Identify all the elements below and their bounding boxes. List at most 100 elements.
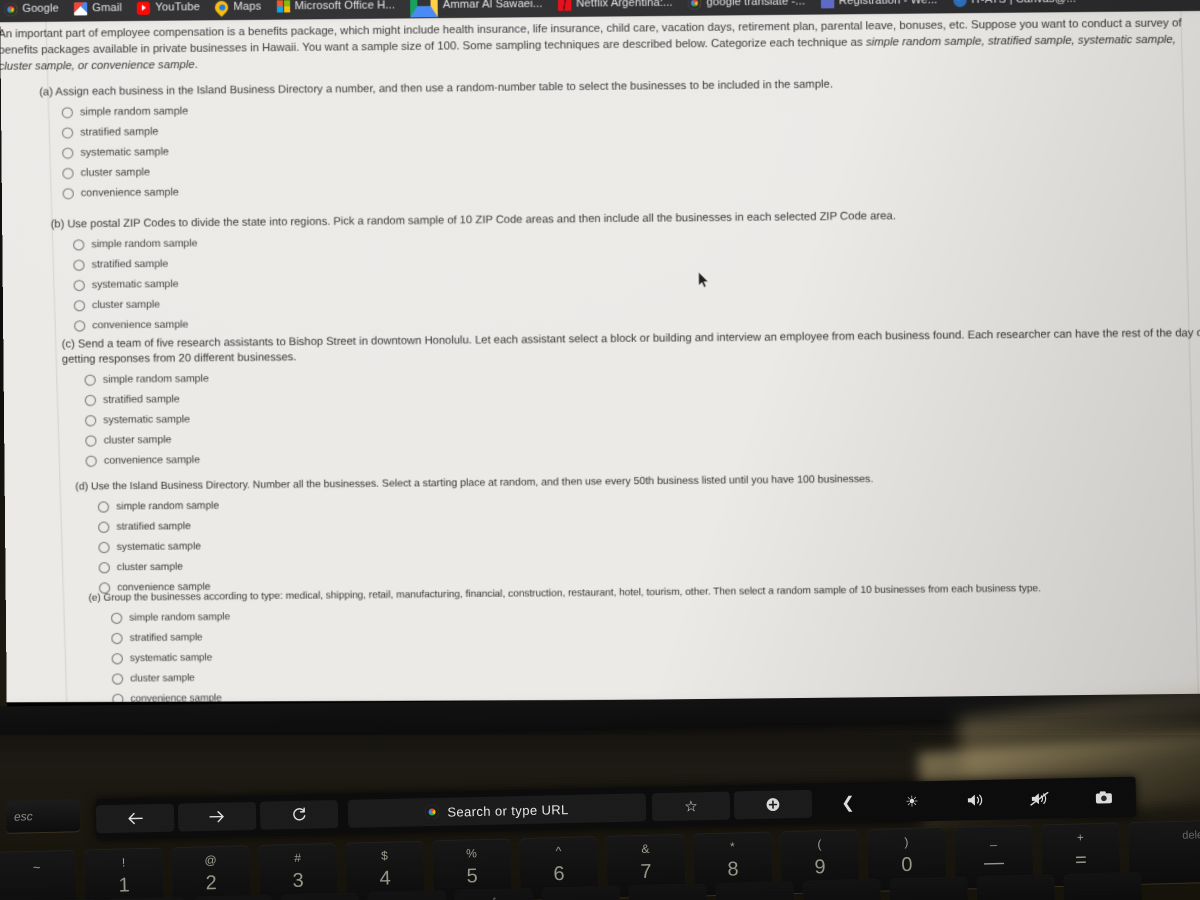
- key-bottom-label: 4: [379, 867, 391, 890]
- radio-button[interactable]: [85, 435, 96, 446]
- bookmark-label: Registration - We...: [839, 0, 938, 7]
- bookmark-netflix[interactable]: Netflix Argentina:...: [558, 0, 673, 10]
- microsoft-icon: [276, 0, 289, 13]
- touchbar-volume-up-button[interactable]: [944, 785, 1009, 814]
- speaker-on-icon: [966, 792, 986, 808]
- bookmark-ammar-al-sawaei[interactable]: Ammar Al Sawaei...: [410, 0, 543, 17]
- radio-button[interactable]: [85, 374, 96, 385]
- registration-icon: [820, 0, 833, 8]
- bookmark-youtube[interactable]: YouTube: [137, 1, 200, 15]
- key-bottom-label: delete: [1182, 829, 1200, 842]
- radio-button[interactable]: [62, 147, 73, 158]
- key-top-label: ^: [555, 844, 561, 858]
- key-bottom-label: 2: [205, 872, 217, 895]
- bookmark-gmail[interactable]: Gmail: [74, 1, 122, 15]
- canvas-icon: [953, 0, 966, 7]
- radio-button[interactable]: [112, 653, 123, 664]
- radio-button[interactable]: [74, 320, 85, 331]
- option-label: convenience sample: [81, 186, 179, 199]
- key-backslash[interactable]: [1063, 872, 1142, 900]
- radio-button[interactable]: [85, 394, 96, 405]
- radio-button[interactable]: [111, 632, 122, 643]
- radio-button[interactable]: [98, 521, 109, 532]
- question-b: (b) Use postal ZIP Codes to divide the s…: [51, 206, 1200, 336]
- radio-button[interactable]: [112, 673, 123, 684]
- key-tilde[interactable]: ~: [0, 850, 77, 900]
- key-p[interactable]: [802, 879, 881, 900]
- key-label: f: [492, 895, 496, 900]
- key-bottom-label: 8: [727, 858, 739, 881]
- key-o[interactable]: [715, 881, 794, 900]
- bookmark-canvas[interactable]: IT-ATS | Canvas@...: [953, 0, 1076, 7]
- key-r[interactable]: [281, 892, 360, 900]
- touchbar-forward-button[interactable]: [178, 802, 257, 832]
- question-b-options: simple random sample stratified sample s…: [51, 223, 1200, 336]
- radio-button[interactable]: [85, 415, 96, 426]
- key-bracket-right[interactable]: [976, 874, 1055, 900]
- option-label: simple random sample: [103, 373, 209, 385]
- gmail-icon: [74, 2, 87, 15]
- option-label: systematic sample: [80, 146, 168, 159]
- radio-button[interactable]: [74, 279, 85, 290]
- touchbar-new-tab-button[interactable]: [734, 790, 813, 820]
- touchbar-siri-button[interactable]: [1072, 783, 1137, 812]
- google-drive-icon: [410, 0, 438, 17]
- radio-button[interactable]: [98, 541, 109, 552]
- radio-button[interactable]: [73, 239, 84, 250]
- radio-button[interactable]: [98, 501, 109, 512]
- radio-button[interactable]: [62, 127, 73, 138]
- key-top-label: @: [204, 853, 217, 867]
- option-label: cluster sample: [130, 672, 195, 684]
- radio-button[interactable]: [63, 188, 74, 199]
- touchbar-reload-button[interactable]: [260, 800, 339, 830]
- key-y[interactable]: f: [455, 888, 534, 900]
- radio-button[interactable]: [62, 107, 73, 118]
- key-top-label: !: [122, 855, 126, 869]
- key-2[interactable]: @ 2: [171, 845, 251, 900]
- question-page: An important part of employee compensati…: [0, 11, 1200, 703]
- touchbar-mute-button[interactable]: [1008, 784, 1073, 813]
- option-label: simple random sample: [116, 500, 219, 512]
- touchbar-brightness-down-button[interactable]: ❮: [816, 788, 881, 817]
- bookmark-label: Google: [22, 2, 59, 14]
- radio-button[interactable]: [111, 612, 122, 623]
- bookmark-label: Gmail: [92, 2, 122, 14]
- key-i[interactable]: [628, 883, 707, 900]
- esc-key-label: esc: [14, 809, 33, 823]
- key-1[interactable]: ! 1: [84, 847, 164, 900]
- brightness-up-icon: ☀: [905, 792, 919, 810]
- touchbar-url-field[interactable]: Search or type URL: [348, 793, 647, 827]
- key-u[interactable]: [541, 885, 620, 900]
- option-label: convenience sample: [130, 692, 222, 702]
- brightness-down-icon: ❮: [841, 793, 855, 813]
- key-top-label: %: [466, 846, 477, 860]
- key-top-label: &: [641, 842, 649, 856]
- forward-arrow-icon: [209, 810, 225, 824]
- esc-key[interactable]: esc: [6, 799, 81, 833]
- bookmark-label: Netflix Argentina:...: [576, 0, 673, 10]
- key-3[interactable]: # 3: [258, 843, 338, 900]
- key-e[interactable]: [194, 895, 273, 900]
- radio-button[interactable]: [62, 167, 73, 178]
- google-icon: [688, 0, 701, 9]
- touchbar-bookmark-button[interactable]: ☆: [652, 792, 731, 822]
- bookmark-maps[interactable]: Maps: [215, 0, 261, 14]
- touchbar-back-button[interactable]: [96, 804, 175, 834]
- bookmark-google[interactable]: Google: [4, 2, 59, 16]
- option-label: systematic sample: [103, 414, 190, 426]
- radio-button[interactable]: [74, 300, 85, 311]
- key-t[interactable]: [368, 890, 447, 900]
- key-bottom-label: 3: [292, 870, 304, 893]
- bookmark-microsoft-office[interactable]: Microsoft Office H...: [276, 0, 395, 13]
- key-bottom-label: 5: [466, 865, 478, 888]
- radio-button[interactable]: [112, 693, 123, 702]
- key-bottom-label: 7: [640, 861, 652, 884]
- touchbar-brightness-up-button[interactable]: ☀: [880, 787, 945, 816]
- bookmark-google-translate[interactable]: google translate -...: [688, 0, 805, 9]
- google-icon: [425, 805, 439, 819]
- key-bracket-left[interactable]: [889, 876, 968, 900]
- radio-button[interactable]: [99, 562, 110, 573]
- radio-button[interactable]: [86, 455, 97, 466]
- bookmark-registration[interactable]: Registration - We...: [820, 0, 937, 8]
- radio-button[interactable]: [73, 259, 84, 270]
